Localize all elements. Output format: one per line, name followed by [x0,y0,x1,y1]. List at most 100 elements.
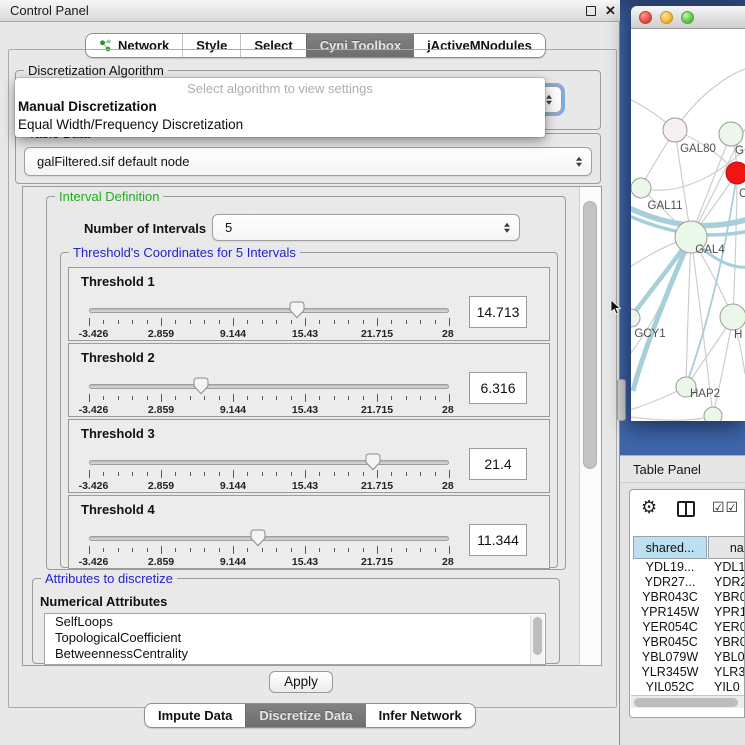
table-panel-header[interactable]: Table Panel [620,455,745,483]
slider-ticks [89,470,449,479]
slider-ticks [89,318,449,327]
table-data-combobox[interactable]: galFiltered.sif default node [24,147,592,176]
table-row[interactable]: YIL052CYIL0 [633,680,745,695]
node-label-h: H [734,329,742,341]
close-traffic-light-icon[interactable] [639,11,652,24]
threshold-value-field-4[interactable]: 11.344 [469,524,527,556]
table-cell[interactable]: YDR2 [708,574,745,589]
threshold-slider-1[interactable]: -3.4262.8599.14415.4321.71528 [89,302,449,338]
attributes-scrollbar-thumb[interactable] [533,617,542,655]
bottom-tab-discretize-data[interactable]: Discretize Data [245,704,365,727]
table-panel-title: Table Panel [633,462,701,477]
number-of-intervals-value: 5 [225,220,232,235]
dropdown-option-manual-discretization[interactable]: Manual Discretization [18,99,157,114]
network-node[interactable] [720,304,745,330]
network-node[interactable] [704,407,722,421]
settings-gear-icon[interactable]: ⚙ [641,498,657,516]
settings-scrollbar-thumb[interactable] [583,201,597,469]
attribute-item-betweennesscentrality[interactable]: BetweennessCentrality [45,646,545,662]
number-of-intervals-combobox[interactable]: 5 [212,214,520,241]
network-node[interactable] [719,122,743,146]
desktop-background: GAL80GGAL11CGAL4GCY1HHAP2 [620,0,745,455]
slider-track[interactable] [89,460,449,465]
table-cell[interactable]: YBL0 [708,650,745,665]
slider-thumb[interactable] [289,301,305,322]
slider-tick-labels: -3.4262.8599.14415.4321.71528 [89,556,449,568]
slider-ticks [89,546,449,555]
threshold-label: Threshold 1 [81,274,155,289]
table-row[interactable]: YER054CYER0 [633,619,745,634]
network-node[interactable] [631,178,651,198]
slider-thumb[interactable] [365,453,381,474]
table-cell[interactable]: YIL052C [633,680,707,695]
table-cell[interactable]: YDL1 [708,559,745,574]
bottom-tab-infer-network[interactable]: Infer Network [366,704,475,727]
network-node[interactable] [726,162,745,184]
node-table-panel: ⚙ ☑☑ shared...name YDL19...YDL1YDR27...Y… [629,489,745,718]
threshold-label: Threshold 2 [81,350,155,365]
network-window-titlebar[interactable] [631,6,745,29]
bottom-tab-impute-data[interactable]: Impute Data [145,704,245,727]
table-row[interactable]: YDR27...YDR2 [633,574,745,589]
threshold-value-field-3[interactable]: 21.4 [469,448,527,480]
table-cell[interactable]: YBR0 [708,589,745,604]
slider-track[interactable] [89,536,449,541]
threshold-value-field-2[interactable]: 6.316 [469,372,527,404]
table-cell[interactable]: YLR3 [708,665,745,680]
table-hscrollbar-thumb[interactable] [634,698,738,707]
network-canvas[interactable]: GAL80GGAL11CGAL4GCY1HHAP2 [631,29,745,421]
thresholds-group-title: Threshold's Coordinates for 5 Intervals [69,245,300,260]
split-columns-icon[interactable] [677,501,695,517]
interval-definition-title: Interval Definition [55,189,163,204]
table-cell[interactable]: YER054C [633,619,707,634]
node-label-gal11: GAL11 [648,200,683,212]
table-row[interactable]: YBL079WYBL0 [633,650,745,665]
algorithm-dropdown-hint: Select algorithm to view settings [15,81,545,96]
threshold-slider-3[interactable]: -3.4262.8599.14415.4321.71528 [89,454,449,490]
table-cell[interactable]: YDL19... [633,559,707,574]
dropdown-option-equal-width-frequency-discretization[interactable]: Equal Width/Frequency Discretization [18,117,243,132]
column-header-shared[interactable]: shared... [633,536,707,559]
table-row[interactable]: YBR045CYBR0 [633,635,745,650]
threshold-slider-2[interactable]: -3.4262.8599.14415.4321.71528 [89,378,449,414]
checkboxes-icon[interactable]: ☑☑ [712,499,739,516]
table-row[interactable]: YBR043CYBR0 [633,589,745,604]
network-node[interactable] [663,118,687,142]
table-cell[interactable]: YPR145W [633,604,707,619]
apply-button[interactable]: Apply [269,671,333,693]
node-label-gal80: GAL80 [680,143,716,155]
table-cell[interactable]: YIL0 [708,680,745,695]
slider-track[interactable] [89,384,449,389]
table-hscrollbar-track[interactable] [631,695,745,708]
table-cell[interactable]: YLR345W [633,665,707,680]
float-window-icon[interactable] [586,6,596,16]
attributes-scrollbar-track[interactable] [530,615,544,665]
slider-thumb[interactable] [193,377,209,398]
attribute-item-topologicalcoefficient[interactable]: TopologicalCoefficient [45,630,545,646]
threshold-slider-4[interactable]: -3.4262.8599.14415.4321.71528 [89,530,449,566]
threshold-panel-4: Threshold 4-3.4262.8599.14415.4321.71528… [68,495,550,569]
table-cell[interactable]: YER0 [708,619,745,634]
slider-track[interactable] [89,308,449,313]
table-cell[interactable]: YBR0 [708,635,745,650]
column-header-name[interactable]: name [708,536,745,559]
threshold-value-field-1[interactable]: 14.713 [469,296,527,328]
slider-thumb[interactable] [250,529,266,550]
control-panel-titlebar[interactable]: Control Panel ✕ [0,0,620,22]
tab-label: Impute Data [158,708,232,723]
numerical-attributes-list[interactable]: SelfLoopsTopologicalCoefficientBetweenne… [44,613,546,665]
minimize-traffic-light-icon[interactable] [660,11,673,24]
table-cell[interactable]: YBR043C [633,589,707,604]
table-row[interactable]: YLR345WYLR3 [633,665,745,680]
table-cell[interactable]: YPR1 [708,604,745,619]
table-cell[interactable]: YDR27... [633,574,707,589]
zoom-traffic-light-icon[interactable] [681,11,694,24]
pane-splitter-handle[interactable] [617,379,626,421]
attribute-item-selfloops[interactable]: SelfLoops [45,614,545,630]
table-row[interactable]: YPR145WYPR1 [633,604,745,619]
network-node[interactable] [631,309,640,327]
close-icon[interactable]: ✕ [604,5,617,18]
table-row[interactable]: YDL19...YDL1 [633,559,745,574]
table-cell[interactable]: YBR045C [633,635,707,650]
table-cell[interactable]: YBL079W [633,650,707,665]
